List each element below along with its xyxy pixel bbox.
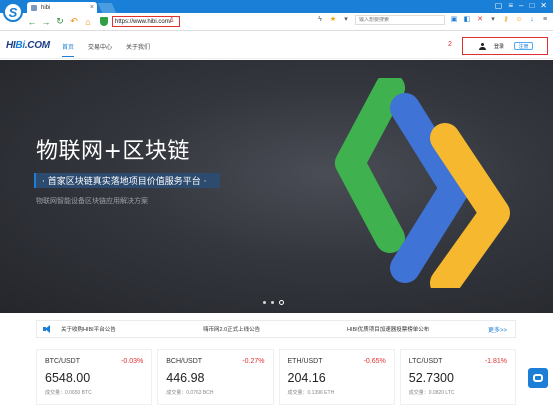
sidebar-icon[interactable]: ◧ bbox=[463, 16, 471, 24]
search-field[interactable] bbox=[355, 15, 445, 25]
tab-bar: hibi × ▢ ≡ – □ ✕ bbox=[0, 0, 553, 13]
login-link[interactable]: 登录 bbox=[494, 43, 504, 50]
more-icon[interactable]: ▾ bbox=[489, 16, 497, 24]
menu-dots-icon[interactable]: ≡ bbox=[541, 16, 549, 24]
ticker-list: BTC/USDT -0.03% 6548.00 成交量：0.0650 BTC B… bbox=[36, 349, 516, 405]
ticker-volume: 成交量：0.0763 BCH bbox=[166, 390, 214, 396]
ticker-change: -1.81% bbox=[484, 358, 507, 365]
extension-icon[interactable]: ▣ bbox=[450, 16, 458, 24]
ticker-pair: ETH/USDT bbox=[287, 358, 323, 365]
key-icon[interactable]: ⚷ bbox=[502, 16, 510, 24]
ticker-change: -0.27% bbox=[242, 358, 265, 365]
ticker-card[interactable]: BCH/USDT -0.27% 446.98 成交量：0.0763 BCH bbox=[157, 349, 274, 405]
user-icon bbox=[479, 42, 486, 50]
close-window-icon[interactable]: ✕ bbox=[540, 1, 547, 11]
chevron-graphic bbox=[335, 78, 510, 288]
annotation-2: 2 bbox=[448, 41, 452, 48]
browser-tab[interactable]: hibi × bbox=[27, 2, 97, 13]
maximize-icon[interactable]: □ bbox=[529, 1, 534, 11]
new-tab-button[interactable] bbox=[97, 3, 117, 13]
carousel-dot[interactable] bbox=[263, 301, 266, 304]
smile-icon[interactable]: ☺ bbox=[515, 16, 523, 24]
main-nav: 首页 交易中心 关于我们 bbox=[62, 42, 150, 57]
hero-title: 物联网+区块链 bbox=[36, 139, 190, 164]
star-icon[interactable]: ★ bbox=[329, 16, 337, 24]
register-button[interactable]: 注册 bbox=[514, 42, 534, 50]
nav-home[interactable]: 首页 bbox=[62, 42, 75, 57]
announcement-bar: 关于收购HIBI平台公告 嗨币网2.0正式上线公告 HIBI优质项目加速器投票榜… bbox=[36, 320, 516, 338]
window-controls: ▢ ≡ – □ ✕ bbox=[495, 1, 547, 11]
refresh-icon[interactable]: ↻ bbox=[54, 16, 66, 28]
dropdown-icon[interactable]: ▾ bbox=[342, 16, 350, 24]
notice-item[interactable]: HIBI优质项目加速器投票榜单公布 bbox=[347, 325, 429, 333]
hero-subtitle-box: · 首家区块链真实落地项目价值服务平台 · bbox=[34, 173, 220, 188]
ticker-price: 446.98 bbox=[166, 371, 205, 385]
more-link[interactable]: 更多>> bbox=[488, 325, 507, 334]
security-shield-icon[interactable] bbox=[100, 17, 108, 26]
speaker-icon bbox=[43, 325, 53, 333]
close-icon[interactable]: × bbox=[90, 4, 94, 11]
undo-icon[interactable]: ↶ bbox=[68, 16, 80, 28]
ticker-pair: BCH/USDT bbox=[166, 358, 203, 365]
carousel-dot-active[interactable] bbox=[279, 300, 284, 305]
ticker-card[interactable]: LTC/USDT -1.81% 52.7300 成交量：0.0820 LTC bbox=[399, 349, 516, 405]
ticker-card[interactable]: ETH/USDT -0.65% 204.16 成交量：0.1396 ETH bbox=[278, 349, 395, 405]
ticker-price: 6548.00 bbox=[45, 371, 91, 385]
ticker-volume: 成交量：0.1396 ETH bbox=[287, 390, 335, 396]
ticker-pair: LTC/USDT bbox=[408, 358, 443, 365]
ticker-price: 52.7300 bbox=[408, 371, 454, 385]
skin-icon[interactable]: ▢ bbox=[495, 1, 503, 11]
home-icon[interactable]: ⌂ bbox=[82, 16, 94, 28]
chat-icon bbox=[533, 374, 543, 382]
favicon-icon bbox=[31, 4, 37, 11]
notice-item[interactable]: 嗨币网2.0正式上线公告 bbox=[203, 325, 260, 333]
browser-window: hibi × ▢ ≡ – □ ✕ S ← → ↻ ↶ ⌂ https://www… bbox=[0, 0, 553, 405]
back-icon[interactable]: ← bbox=[26, 16, 38, 28]
forward-icon[interactable]: → bbox=[40, 16, 52, 28]
lightning-icon[interactable]: ϟ bbox=[316, 16, 324, 24]
green-chevron bbox=[335, 78, 405, 253]
browser-logo-icon[interactable]: S bbox=[3, 2, 23, 22]
tools-icon[interactable]: ✕ bbox=[476, 16, 484, 24]
nav-about-us[interactable]: 关于我们 bbox=[126, 42, 150, 57]
hero-subtitle: · 首家区块链真实落地项目价值服务平台 · bbox=[42, 177, 207, 187]
ticker-volume: 成交量：0.0820 LTC bbox=[408, 390, 455, 396]
annotation-1: 1 bbox=[170, 17, 174, 24]
carousel-dot[interactable] bbox=[271, 301, 274, 304]
nav-trading-center[interactable]: 交易中心 bbox=[88, 42, 112, 57]
hero-banner: 物联网+区块链 · 首家区块链真实落地项目价值服务平台 · 物联网智能设备区块链… bbox=[0, 60, 553, 313]
ticker-volume: 成交量：0.0650 BTC bbox=[45, 390, 92, 396]
site-logo[interactable]: HIBi.COM bbox=[6, 40, 50, 51]
ticker-price: 204.16 bbox=[287, 371, 326, 385]
ticker-change: -0.03% bbox=[121, 358, 144, 365]
chat-button[interactable] bbox=[528, 368, 548, 388]
search-input[interactable] bbox=[359, 17, 439, 23]
tab-title: hibi bbox=[41, 4, 51, 11]
url-text: https://www.hibi.com/ bbox=[115, 18, 172, 25]
ticker-card[interactable]: BTC/USDT -0.03% 6548.00 成交量：0.0650 BTC bbox=[36, 349, 153, 405]
toolbar-right: ϟ ★ ▾ ▣ ◧ ✕ ▾ ⚷ ☺ ↓ ≡ bbox=[316, 15, 549, 25]
minimize-icon[interactable]: – bbox=[519, 1, 523, 11]
download-icon[interactable]: ↓ bbox=[528, 16, 536, 24]
notice-item[interactable]: 关于收购HIBI平台公告 bbox=[61, 325, 116, 333]
menu-icon[interactable]: ≡ bbox=[508, 1, 513, 11]
hero-description: 物联网智能设备区块链应用解决方案 bbox=[36, 198, 148, 205]
login-area: 登录 注册 bbox=[462, 37, 548, 55]
carousel-dots bbox=[263, 300, 284, 305]
ticker-pair: BTC/USDT bbox=[45, 358, 80, 365]
ticker-change: -0.65% bbox=[363, 358, 386, 365]
